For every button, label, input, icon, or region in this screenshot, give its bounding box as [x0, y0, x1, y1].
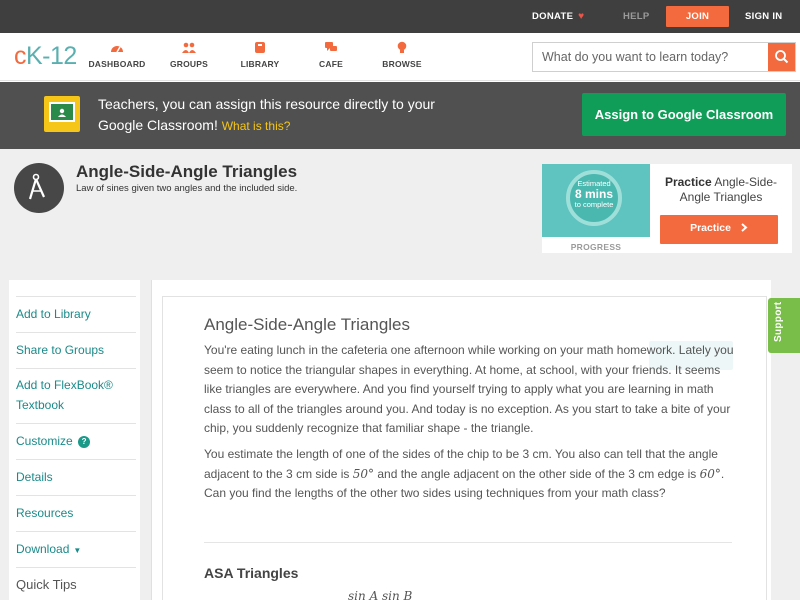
angle-50: 50°	[352, 466, 375, 481]
article-title: Angle-Side-Angle Triangles	[204, 315, 411, 334]
sidebar-item-customize[interactable]: Customize ?	[16, 423, 136, 459]
caret-down-icon: ▼	[73, 546, 82, 555]
progress-label: PROGRESS	[570, 242, 622, 252]
help-link[interactable]: HELP	[623, 0, 650, 33]
banner-text: Teachers, you can assign this resource d…	[98, 94, 458, 137]
nav-library-label: LIBRARY	[240, 59, 280, 69]
progress-panel: Estimated 8 mins to complete PROGRESS	[542, 164, 650, 257]
join-button[interactable]: JOIN	[666, 6, 729, 27]
support-tab[interactable]: Support	[768, 298, 800, 353]
nav-groups-label: GROUPS	[169, 59, 209, 69]
top-bar: DONATE ♥ HELP JOIN SIGN IN	[0, 0, 800, 33]
to-complete-label: to complete	[574, 200, 614, 209]
nav-groups[interactable]: GROUPS	[154, 41, 224, 69]
cafe-icon	[325, 42, 337, 51]
sidebar-item-resources[interactable]: Resources	[16, 495, 136, 531]
compass-icon	[14, 163, 64, 213]
library-icon	[255, 42, 265, 53]
sidebar-item-share-to-groups[interactable]: Share to Groups	[16, 332, 136, 368]
nav-cafe-label: CAFE	[319, 59, 343, 69]
article-paragraph-2: You estimate the length of one of the si…	[204, 445, 734, 504]
practice-button-label: Practice	[690, 222, 731, 234]
sidebar: Add to Library Share to Groups Add to Fl…	[9, 280, 140, 600]
google-classroom-icon	[44, 96, 80, 132]
concept-header: Angle-Side-Angle Triangles Law of sines …	[0, 149, 800, 257]
estimated-time-art: Estimated 8 mins to complete	[542, 164, 650, 237]
estimated-time: Estimated 8 mins to complete	[566, 179, 622, 209]
sidebar-item-add-to-flexbook[interactable]: Add to FlexBook® Textbook	[16, 368, 136, 423]
chevron-right-icon	[741, 223, 748, 232]
nav-dashboard-label: DASHBOARD	[88, 59, 146, 69]
content-area: Add to Library Share to Groups Add to Fl…	[0, 253, 800, 600]
practice-title: Practice Angle-Side-Angle Triangles	[654, 175, 788, 205]
donate-link[interactable]: DONATE ♥	[532, 0, 584, 33]
nav-browse[interactable]: BROWSE	[367, 41, 437, 69]
donate-label: DONATE	[532, 11, 574, 22]
nav-bar: cK-12 DASHBOARD GROUPS LIBRARY CAFE BROW…	[0, 33, 800, 81]
practice-word: Practice	[664, 175, 712, 189]
page-title: Angle-Side-Angle Triangles	[76, 162, 298, 181]
nav-browse-label: BROWSE	[382, 59, 422, 69]
groups-icon	[182, 42, 196, 53]
practice-card: Estimated 8 mins to complete PROGRESS Pr…	[542, 164, 792, 257]
quick-tips[interactable]: Quick Tips	[16, 567, 136, 600]
sidebar-item-details[interactable]: Details	[16, 459, 136, 495]
what-is-this-link[interactable]: What is this?	[222, 119, 291, 133]
sidebar-item-add-to-library[interactable]: Add to Library	[16, 296, 136, 332]
download-label: Download	[16, 542, 70, 556]
practice-button[interactable]: Practice	[660, 215, 778, 244]
sign-in-link[interactable]: SIGN IN	[745, 0, 782, 33]
article-panel: Angle-Side-Angle Triangles You're eating…	[151, 280, 771, 600]
browse-icon	[397, 41, 407, 53]
section-heading: ASA Triangles	[204, 565, 299, 581]
ck12-logo[interactable]: cK-12	[14, 42, 77, 71]
google-classroom-banner: Teachers, you can assign this resource d…	[0, 82, 800, 149]
customize-label: Customize	[16, 434, 73, 448]
estimated-minutes: 8 mins	[574, 187, 613, 201]
heart-icon: ♥	[578, 11, 585, 22]
logo-c: c	[14, 42, 27, 70]
dashboard-icon	[111, 46, 123, 53]
nav-cafe[interactable]: CAFE	[296, 41, 366, 69]
logo-k12: K-12	[26, 42, 77, 70]
article-container: Angle-Side-Angle Triangles You're eating…	[162, 296, 767, 600]
nav-library[interactable]: LIBRARY	[225, 41, 295, 69]
support-label: Support	[773, 301, 784, 342]
search-box	[532, 42, 796, 72]
search-input[interactable]	[533, 43, 768, 71]
math-fragment: sin A sin B	[348, 589, 413, 600]
divider	[204, 542, 732, 543]
search-icon	[775, 50, 789, 64]
page-subtitle: Law of sines given two angles and the in…	[76, 183, 298, 194]
search-button[interactable]	[768, 43, 795, 71]
sidebar-item-download[interactable]: Download ▼	[16, 531, 136, 567]
nav-dashboard[interactable]: DASHBOARD	[82, 41, 152, 69]
angle-60: 60°	[699, 466, 721, 481]
help-icon[interactable]: ?	[78, 436, 91, 448]
paragraph-2-part-2: and the angle adjacent on the other side…	[374, 466, 700, 481]
article-paragraph-1: You're eating lunch in the cafeteria one…	[204, 343, 734, 435]
assign-to-google-classroom-button[interactable]: Assign to Google Classroom	[582, 93, 786, 136]
